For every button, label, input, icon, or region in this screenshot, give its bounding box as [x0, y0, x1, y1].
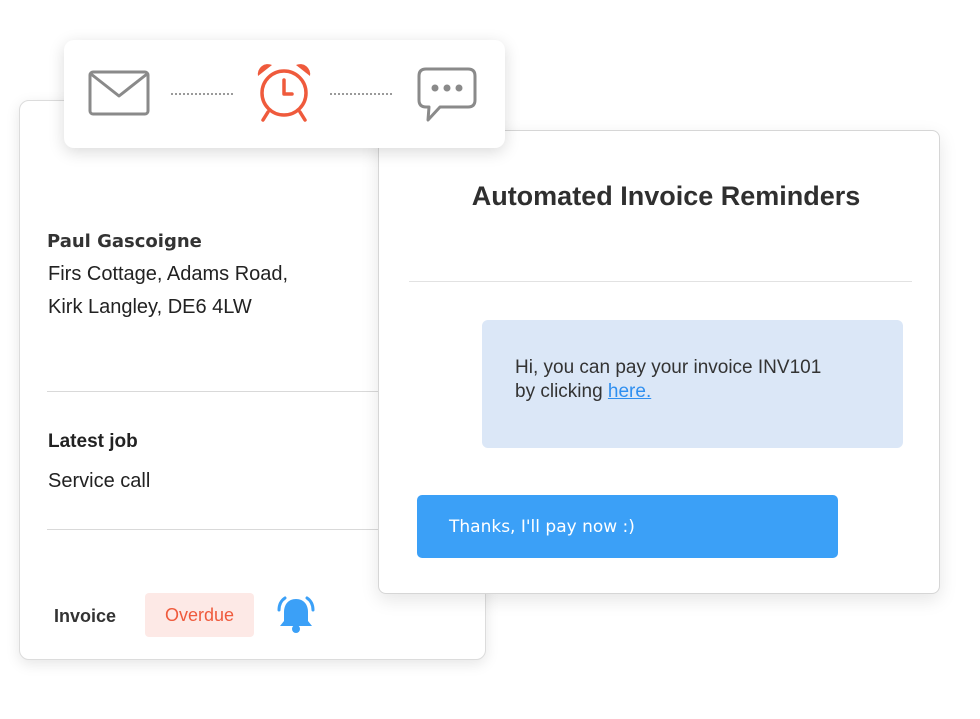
incoming-message: Hi, you can pay your invoice INV101 by c…	[482, 320, 903, 448]
mail-icon	[88, 70, 150, 116]
incoming-message-line-2: by clicking	[515, 381, 608, 402]
step-connector	[330, 93, 392, 95]
panel-title: Automated Invoice Reminders	[471, 181, 861, 211]
bell-icon[interactable]	[274, 595, 318, 635]
latest-job-value: Service call	[48, 470, 151, 492]
incoming-message-line-1: Hi, you can pay your invoice INV101	[515, 357, 822, 378]
address-line-1: Firs Cottage, Adams Road,	[48, 263, 289, 285]
pay-link[interactable]: here.	[608, 381, 651, 402]
reminders-panel: Automated Invoice Reminders Hi, you can …	[378, 130, 940, 594]
alarm-clock-icon	[257, 64, 311, 122]
divider	[47, 529, 387, 530]
invoice-label: Invoice	[54, 606, 117, 626]
address-line-2: Kirk Langley, DE6 4LW	[48, 296, 252, 318]
customer-name: Paul Gascoigne	[47, 231, 202, 252]
latest-job-heading: Latest job	[48, 431, 138, 452]
step-connector	[171, 93, 233, 95]
overdue-status-badge: Overdue	[145, 593, 254, 637]
panel-divider	[409, 281, 912, 282]
reminder-steps-strip	[64, 40, 505, 148]
chat-bubble-icon	[417, 67, 477, 122]
divider	[47, 391, 387, 392]
reply-message: Thanks, I'll pay now :)	[417, 495, 838, 558]
